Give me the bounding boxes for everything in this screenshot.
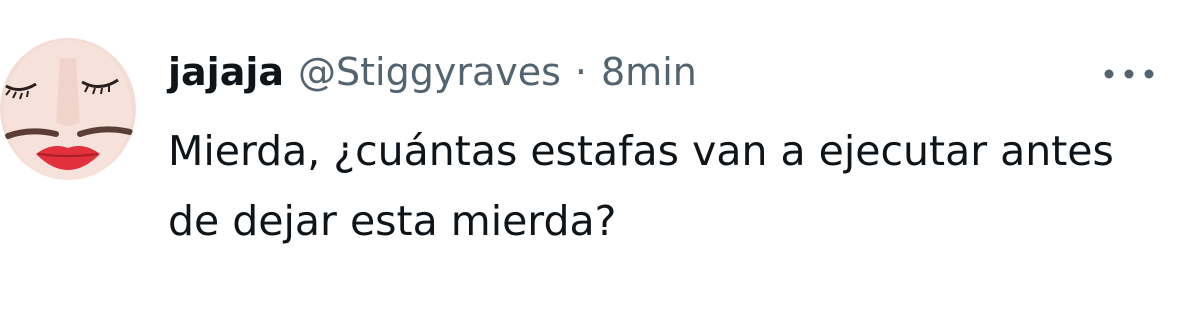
tweet-text: Mierda, ¿cuántas estafas van a ejecutar …	[168, 127, 1114, 245]
tweet[interactable]: jajaja @Stiggyraves · 8min Mierda, ¿cuán…	[0, 0, 1200, 312]
display-name[interactable]: jajaja	[168, 50, 284, 94]
user-handle[interactable]: @Stiggyraves	[298, 50, 561, 94]
avatar-image	[0, 38, 136, 180]
tweet-content: jajaja @Stiggyraves · 8min Mierda, ¿cuán…	[168, 50, 1160, 256]
tweet-header: jajaja @Stiggyraves · 8min	[168, 50, 1160, 102]
separator: ·	[574, 50, 587, 94]
more-options-button[interactable]	[1099, 50, 1159, 98]
timestamp[interactable]: 8min	[601, 50, 697, 94]
more-horizontal-icon	[1104, 69, 1154, 79]
avatar[interactable]	[0, 38, 136, 180]
